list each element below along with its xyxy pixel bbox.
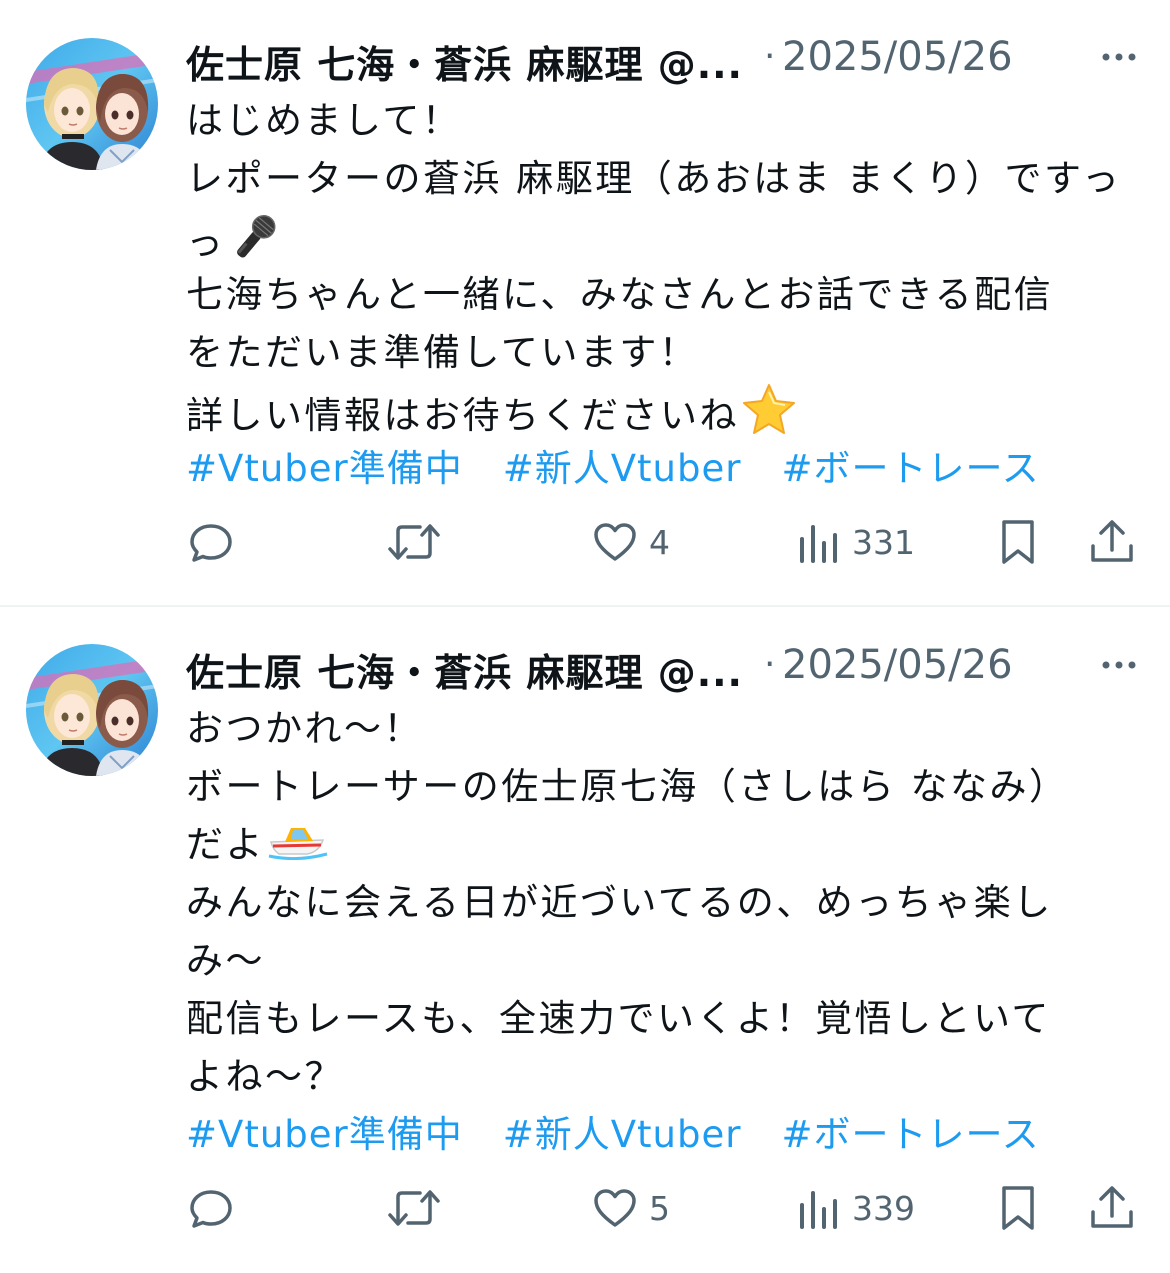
tweet-line: レポーターの蒼浜 麻駆理（あおはま まくり）ですっ <box>186 157 1122 200</box>
tweet-line: 詳しい情報はお待ちくださいね <box>186 382 1146 440</box>
reply-icon <box>186 517 236 567</box>
tweet[interactable]: 佐士原 七海・蒼浜 麻駆理 @... · 2025/05/26 おつかれ〜！ ボ… <box>0 608 1170 1273</box>
like-count: 4 <box>649 522 670 562</box>
separator-dot: · <box>764 644 776 685</box>
tweet-line: っ <box>186 208 1146 266</box>
reply-icon <box>186 1183 236 1233</box>
tweet-line: をただいま準備しています！ <box>186 331 699 374</box>
more-options-icon[interactable] <box>1094 32 1144 82</box>
tweet-divider <box>0 605 1170 607</box>
bookmark-icon <box>996 516 1040 568</box>
tweet-line: おつかれ〜！ <box>186 707 423 750</box>
reply-button[interactable] <box>186 512 246 572</box>
hashtag-link[interactable]: #ボートレース <box>781 447 1039 490</box>
view-count: 331 <box>852 522 915 562</box>
tweet-actions: 4 331 <box>186 512 1146 572</box>
hashtag-row: #Vtuber準備中 #新人Vtuber #ボートレース <box>186 1106 1146 1164</box>
tweet-date[interactable]: 2025/05/26 <box>782 34 1013 80</box>
like-button[interactable]: 4 <box>591 512 670 572</box>
tweet-line: だよ <box>186 816 1146 874</box>
timeline-feed: 佐士原 七海・蒼浜 麻駆理 @... · 2025/05/26 はじめまして！ … <box>0 0 1170 1273</box>
avatar[interactable] <box>26 644 158 776</box>
tweet-actions: 5 339 <box>186 1178 1146 1238</box>
views-button[interactable]: 331 <box>796 512 915 572</box>
display-name[interactable]: 佐士原 七海・蒼浜 麻駆理 @... <box>186 642 743 697</box>
tweet-line: はじめまして！ <box>186 99 462 142</box>
tweet-line: よね〜？ <box>186 1055 344 1098</box>
tweet-line: ボートレーサーの佐士原七海（さしはら ななみ） <box>186 765 1069 808</box>
hashtag-link[interactable]: #新人Vtuber <box>503 1113 742 1156</box>
like-button[interactable]: 5 <box>591 1178 670 1238</box>
retweet-icon <box>386 1183 442 1233</box>
tweet-line: 七海ちゃんと一緒に、みなさんとお話できる配信 <box>186 273 1054 316</box>
avatar[interactable] <box>26 38 158 170</box>
hashtag-link[interactable]: #Vtuber準備中 <box>186 447 463 490</box>
hashtag-link[interactable]: #新人Vtuber <box>503 447 742 490</box>
views-chart-icon <box>796 1183 842 1233</box>
heart-icon <box>591 518 639 566</box>
tweet-line: みんなに会える日が近づいてるの、めっちゃ楽し <box>186 881 1053 924</box>
share-button[interactable] <box>1086 1178 1138 1238</box>
hashtag-link[interactable]: #Vtuber準備中 <box>186 1113 463 1156</box>
views-button[interactable]: 339 <box>796 1178 915 1238</box>
tweet-header: 佐士原 七海・蒼浜 麻駆理 @... · 2025/05/26 <box>186 640 1146 696</box>
retweet-button[interactable] <box>386 1178 452 1238</box>
views-chart-icon <box>796 517 842 567</box>
bookmark-button[interactable] <box>996 512 1040 572</box>
more-options-icon[interactable] <box>1094 640 1144 690</box>
hashtag-link[interactable]: #ボートレース <box>781 1113 1039 1156</box>
speedboat-icon <box>267 816 329 877</box>
tweet-text: はじめまして！ レポーターの蒼浜 麻駆理（あおはま まくり）ですっ っ 七海ちゃ… <box>186 92 1146 498</box>
view-count: 339 <box>852 1188 915 1228</box>
bookmark-button[interactable] <box>996 1178 1040 1238</box>
retweet-icon <box>386 517 442 567</box>
share-icon <box>1086 516 1138 568</box>
tweet-header: 佐士原 七海・蒼浜 麻駆理 @... · 2025/05/26 <box>186 32 1146 88</box>
heart-icon <box>591 1184 639 1232</box>
tweet-text: おつかれ〜！ ボートレーサーの佐士原七海（さしはら ななみ） だよ みんなに会え… <box>186 700 1146 1164</box>
like-count: 5 <box>649 1188 670 1228</box>
retweet-button[interactable] <box>386 512 452 572</box>
share-icon <box>1086 1182 1138 1234</box>
bookmark-icon <box>996 1182 1040 1234</box>
tweet-line: み〜 <box>186 939 265 982</box>
reply-button[interactable] <box>186 1178 246 1238</box>
separator-dot: · <box>764 36 776 77</box>
tweet[interactable]: 佐士原 七海・蒼浜 麻駆理 @... · 2025/05/26 はじめまして！ … <box>0 0 1170 606</box>
display-name[interactable]: 佐士原 七海・蒼浜 麻駆理 @... <box>186 34 743 89</box>
tweet-line: 配信もレースも、全速力でいくよ！覚悟しといて <box>186 997 1051 1040</box>
hashtag-row: #Vtuber準備中 #新人Vtuber #ボートレース <box>186 440 1146 498</box>
share-button[interactable] <box>1086 512 1138 572</box>
tweet-date[interactable]: 2025/05/26 <box>782 642 1013 688</box>
